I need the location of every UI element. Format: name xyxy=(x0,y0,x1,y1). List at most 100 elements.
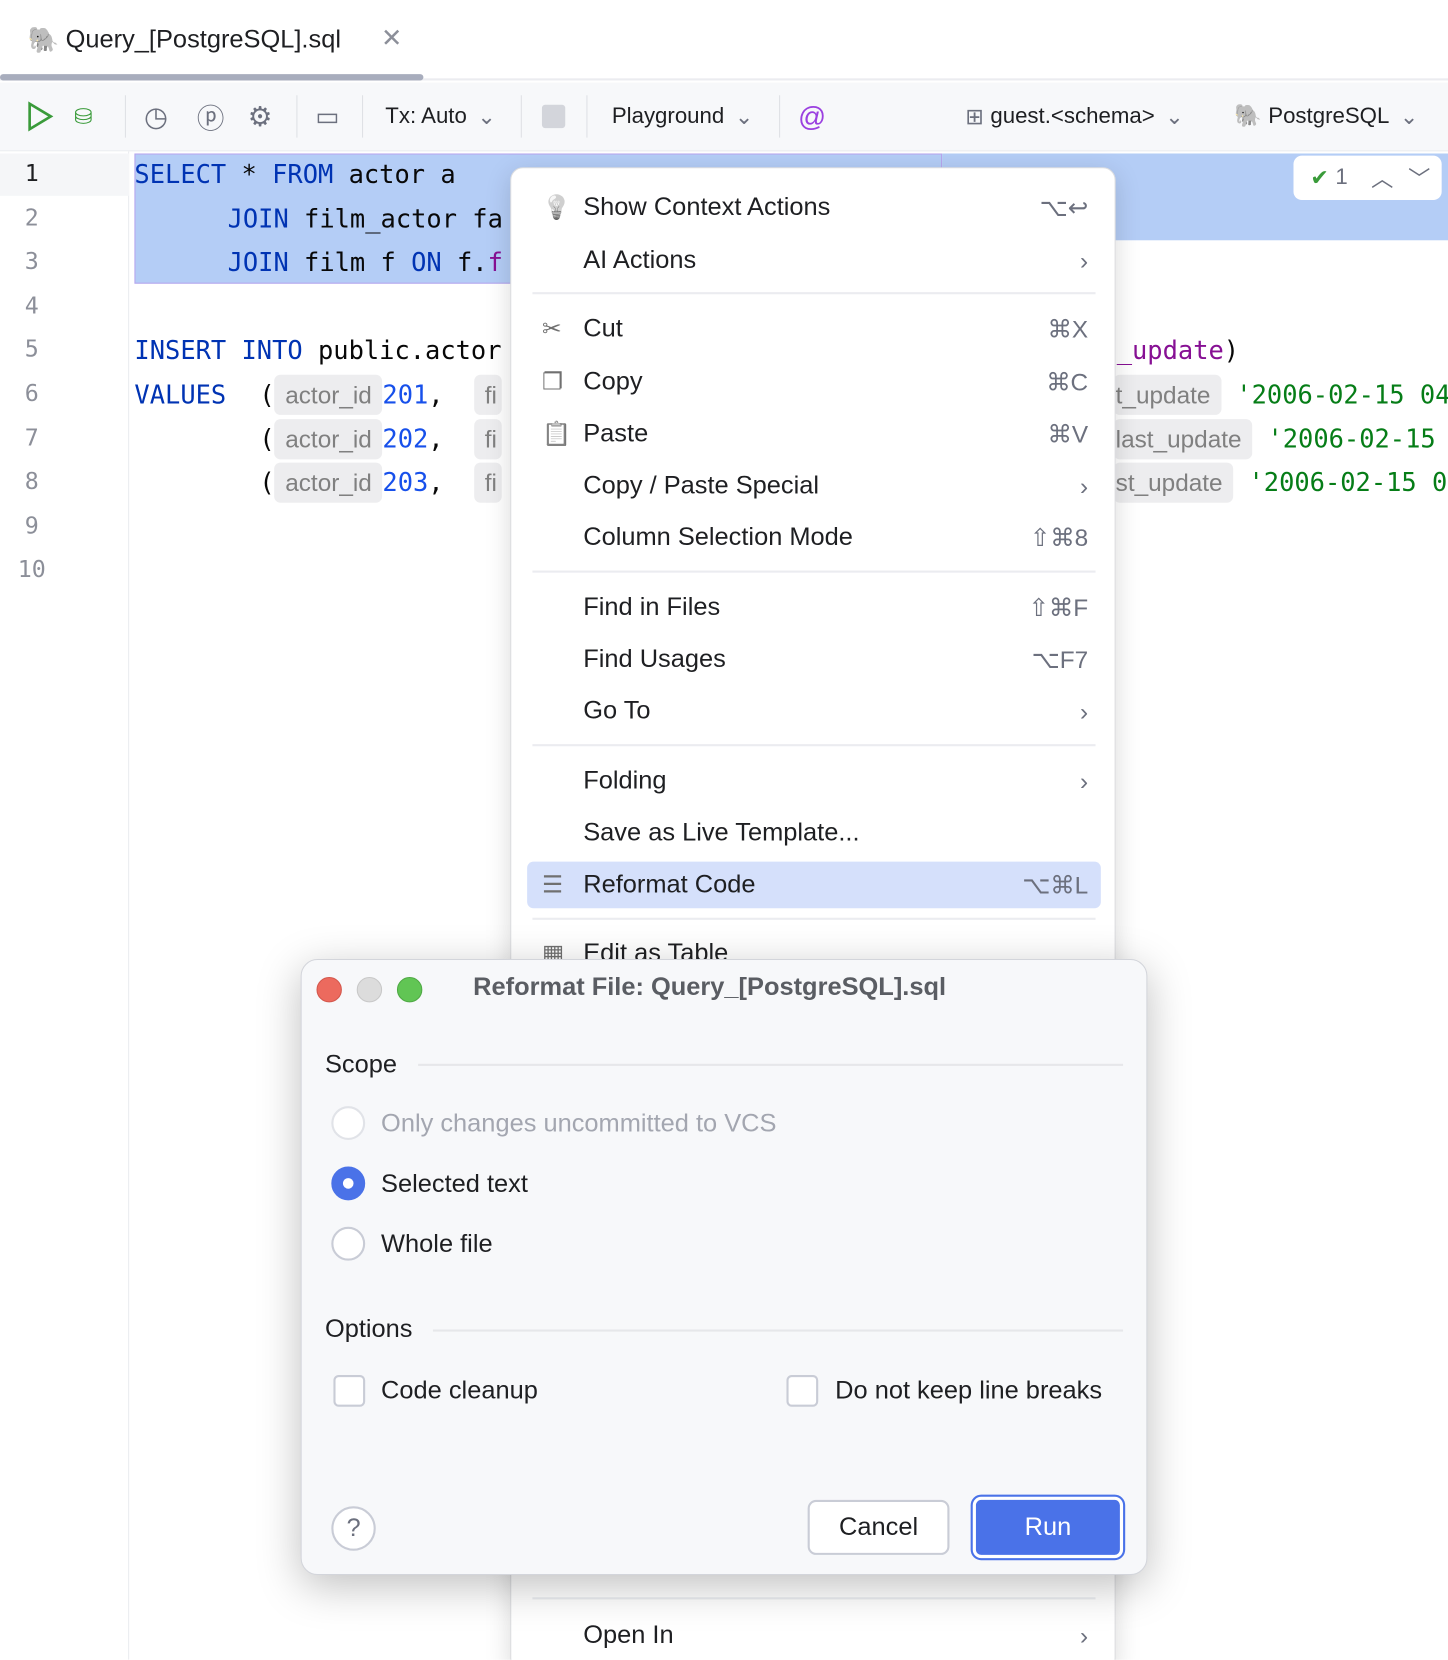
code-line-5[interactable]: INSERT INTO public.actor xyxy=(134,329,501,371)
playground-dropdown[interactable]: Playground ⌄ xyxy=(612,97,754,135)
shortcut: ⌘X xyxy=(1047,314,1089,343)
active-tab-indicator xyxy=(0,74,424,81)
schema-dropdown[interactable]: ⊞ guest.<schema> ⌄ xyxy=(965,97,1184,135)
menu-item-column-selection-mode[interactable]: Column Selection Mode ⇧⌘8 xyxy=(527,514,1101,561)
history-icon[interactable]: ◷ xyxy=(144,97,168,135)
shortcut: ⌘V xyxy=(1047,419,1089,448)
menu-item-ai-actions[interactable]: AI Actions › xyxy=(527,237,1101,284)
dialog-title: Reformat File: Query_[PostgreSQL].sql xyxy=(473,972,947,1002)
gear-icon[interactable]: ⚙ xyxy=(248,97,273,135)
options-section-label: Options xyxy=(324,1314,413,1344)
radio-whole-file[interactable] xyxy=(331,1226,366,1261)
layout-icon[interactable]: ▭ xyxy=(315,97,339,135)
minimize-window-button[interactable] xyxy=(356,976,383,1003)
run-icon[interactable] xyxy=(25,97,55,135)
menu-item-paste[interactable]: 📋 Paste ⌘V xyxy=(527,411,1101,458)
values-row-right[interactable]: st_update '2006-02-15 0 xyxy=(1113,462,1447,504)
parameter-hint: last_update xyxy=(1113,418,1253,459)
line-number: 1 xyxy=(24,160,39,188)
datasource-dropdown[interactable]: 🐘 PostgreSQL ⌄ xyxy=(1234,97,1418,135)
chevron-right-icon: › xyxy=(1080,1621,1089,1649)
values-row-right[interactable]: last_update '2006-02-15 xyxy=(1113,418,1436,460)
radio-selected-text[interactable] xyxy=(331,1166,366,1201)
no-line-breaks-label: Do not keep line breaks xyxy=(835,1376,1103,1405)
editor-toolbar: ⛁ ◷ ⓟ ⚙ ▭ Tx: Auto ⌄ Playground ⌄ @ ⊞ guest… xyxy=(0,82,1448,152)
menu-item-go-to[interactable]: Go To › xyxy=(527,688,1101,735)
reformat-icon: ☰ xyxy=(541,871,563,898)
close-window-button[interactable] xyxy=(316,976,342,1003)
chevron-right-icon: › xyxy=(1080,471,1089,500)
inspection-widget[interactable]: ✔ 1 ︿ ﹀ xyxy=(1293,155,1442,201)
line-number: 5 xyxy=(24,337,39,364)
postgresql-elephant-icon: 🐘 xyxy=(1234,103,1262,129)
schema-label: guest.<schema> xyxy=(990,103,1155,129)
reformat-file-dialog: Reformat File: Query_[PostgreSQL].sql Sc… xyxy=(300,959,1148,1576)
code-line-2[interactable]: JOIN film_actor fa xyxy=(228,198,503,240)
menu-item-folding[interactable]: Folding › xyxy=(527,758,1101,805)
help-button[interactable]: ? xyxy=(331,1506,376,1551)
inspection-count: 1 xyxy=(1335,165,1348,190)
menu-item-save-as-live-template[interactable]: Save as Live Template... xyxy=(527,810,1101,857)
menu-separator xyxy=(532,570,1096,573)
menu-item-reformat-code[interactable]: ☰ Reformat Code ⌥⌘L xyxy=(527,861,1101,909)
menu-item-show-context-actions[interactable]: 💡 Show Context Actions ⌥↩ xyxy=(527,184,1101,231)
radio-uncommitted-vcs[interactable] xyxy=(331,1106,366,1141)
menu-item-label: Folding xyxy=(583,766,667,795)
shortcut: ⇧⌘F xyxy=(1028,593,1089,621)
parameter-hint: fi xyxy=(474,374,502,415)
menu-item-find-in-files[interactable]: Find in Files ⇧⌘F xyxy=(527,584,1101,631)
code-line-3[interactable]: JOIN film f ON f.f xyxy=(228,241,503,283)
values-row[interactable]: (actor_id 203, fi xyxy=(259,462,502,504)
explain-plan-icon[interactable]: ⛁ xyxy=(74,97,93,135)
menu-item-label: Find in Files xyxy=(583,592,721,622)
menu-item-label: Column Selection Mode xyxy=(583,522,853,552)
values-row[interactable]: (actor_id 201, fi xyxy=(259,374,502,416)
line-number-gutter xyxy=(0,151,130,1660)
postgresql-elephant-icon: 🐘 xyxy=(27,26,60,56)
chevron-right-icon: › xyxy=(1080,697,1089,725)
code-line-1[interactable]: SELECT * FROM actor a xyxy=(134,153,455,195)
line-number: 6 xyxy=(24,381,39,408)
chevron-up-icon[interactable]: ︿ xyxy=(1371,162,1393,194)
menu-item-label: Copy / Paste Special xyxy=(583,471,820,500)
radio-label-whole-file: Whole file xyxy=(381,1229,493,1259)
shortcut: ⌘C xyxy=(1046,367,1089,396)
clipboard-icon: 📋 xyxy=(541,420,571,447)
scissors-icon: ✂ xyxy=(541,315,562,342)
menu-item-label: Paste xyxy=(583,419,649,448)
run-button[interactable]: Run xyxy=(972,1496,1124,1559)
close-icon[interactable]: ✕ xyxy=(381,23,402,54)
menu-item-cut[interactable]: ✂ Cut ⌘X xyxy=(527,306,1101,353)
values-row-right[interactable]: t_update '2006-02-15 04 xyxy=(1113,374,1448,416)
line-number: 4 xyxy=(24,292,39,320)
values-row[interactable]: (actor_id 202, fi xyxy=(259,418,502,460)
menu-item-label: AI Actions xyxy=(583,245,697,275)
parameter-hint: t_update xyxy=(1113,374,1222,415)
tab-query-file[interactable]: Query_[PostgreSQL].sql xyxy=(66,25,341,55)
shortcut: ⌥⌘L xyxy=(1022,870,1089,899)
code-line-5-right[interactable]: _update) xyxy=(1117,329,1239,371)
shortcut: ⇧⌘8 xyxy=(1029,523,1089,551)
no-line-breaks-checkbox[interactable] xyxy=(786,1374,819,1407)
cancel-button[interactable]: Cancel xyxy=(807,1499,950,1555)
parameter-hint: actor_id xyxy=(274,374,383,415)
datasource-label: PostgreSQL xyxy=(1268,103,1390,129)
transaction-mode-dropdown[interactable]: Tx: Auto ⌄ xyxy=(385,97,496,135)
code-cleanup-checkbox[interactable] xyxy=(333,1374,366,1407)
chevron-right-icon: › xyxy=(1080,246,1089,274)
stop-icon[interactable] xyxy=(541,97,566,135)
values-keyword: VALUES xyxy=(134,380,227,410)
chevron-down-icon[interactable]: ﹀ xyxy=(1408,162,1430,194)
schema-icon: ⊞ xyxy=(965,104,984,129)
zoom-window-button[interactable] xyxy=(396,976,423,1003)
radio-label-selected-text: Selected text xyxy=(381,1169,528,1199)
menu-item-copy[interactable]: ❐ Copy ⌘C xyxy=(527,359,1101,406)
menu-item-copy-paste-special[interactable]: Copy / Paste Special › xyxy=(527,463,1101,510)
ai-assistant-icon[interactable]: @ xyxy=(798,97,826,135)
menu-item-open-in[interactable]: Open In › xyxy=(527,1612,1101,1659)
lightbulb-icon: 💡 xyxy=(541,193,571,221)
line-number: 3 xyxy=(24,248,39,276)
line-number: 10 xyxy=(17,557,46,584)
menu-item-find-usages[interactable]: Find Usages ⌥F7 xyxy=(527,636,1101,683)
parameters-icon[interactable]: ⓟ xyxy=(197,97,225,135)
